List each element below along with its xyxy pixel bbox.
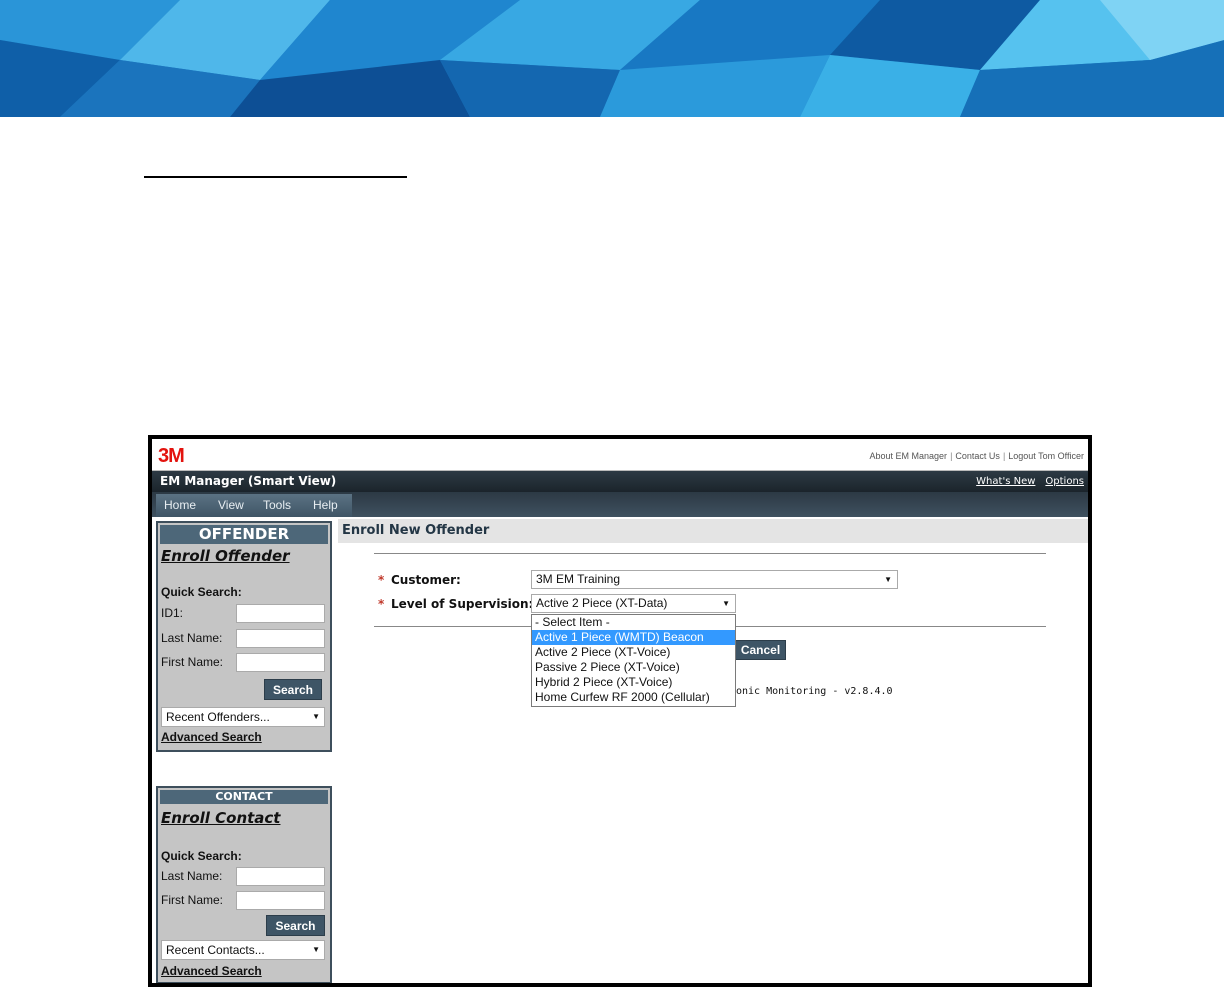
chevron-down-icon: ▼	[884, 575, 892, 584]
contact-us-link[interactable]: Contact Us	[955, 451, 1000, 461]
logout-link[interactable]: Logout Tom Officer	[1008, 451, 1084, 461]
supervision-select[interactable]: Active 2 Piece (XT-Data) ▼	[531, 594, 736, 613]
contact-quick-search-label: Quick Search:	[161, 849, 242, 863]
option-active-1-piece[interactable]: Active 1 Piece (WMTD) Beacon	[532, 630, 735, 645]
supervision-dropdown-list: - Select Item - Active 1 Piece (WMTD) Be…	[531, 614, 736, 707]
contact-first-name-input[interactable]	[236, 891, 325, 910]
offender-advanced-search-link[interactable]: Advanced Search	[161, 730, 262, 744]
recent-contacts-value: Recent Contacts...	[166, 943, 265, 957]
offender-panel: OFFENDER Enroll Offender Quick Search: I…	[156, 521, 332, 752]
menu-help[interactable]: Help	[313, 498, 338, 512]
chevron-down-icon: ▼	[312, 945, 320, 954]
option-active-2-piece-voice[interactable]: Active 2 Piece (XT-Voice)	[532, 645, 735, 660]
first-name-label: First Name:	[161, 655, 224, 669]
id1-label: ID1:	[161, 606, 184, 620]
options-link[interactable]: Options	[1045, 476, 1084, 487]
recent-offenders-value: Recent Offenders...	[166, 710, 270, 724]
divider-top	[374, 553, 1046, 554]
last-name-input[interactable]	[236, 629, 325, 648]
offender-panel-title: OFFENDER	[160, 525, 328, 544]
menu-bar: Home View Tools Help	[152, 492, 1088, 517]
required-marker: *	[378, 573, 385, 587]
contact-last-name-label: Last Name:	[161, 869, 223, 883]
app-title: EM Manager (Smart View)	[160, 474, 337, 488]
option-hybrid-2-piece[interactable]: Hybrid 2 Piece (XT-Voice)	[532, 675, 735, 690]
option-passive-2-piece[interactable]: Passive 2 Piece (XT-Voice)	[532, 660, 735, 675]
brand-logo: 3M	[158, 445, 185, 467]
supervision-value: Active 2 Piece (XT-Data)	[536, 596, 668, 610]
version-text: onic Monitoring - v2.8.4.0	[736, 686, 893, 697]
app-title-bar: EM Manager (Smart View) What's New Option…	[152, 471, 1088, 492]
header-banner	[0, 0, 1224, 117]
last-name-label: Last Name:	[161, 631, 223, 645]
customer-label: Customer:	[391, 573, 461, 587]
option-select-item[interactable]: - Select Item -	[532, 615, 735, 630]
banner-pattern	[0, 0, 1224, 117]
required-marker: *	[378, 597, 385, 611]
menu-home[interactable]: Home	[164, 498, 196, 512]
id1-input[interactable]	[236, 604, 325, 623]
recent-contacts-select[interactable]: Recent Contacts... ▼	[161, 940, 325, 960]
enroll-offender-link[interactable]: Enroll Offender	[161, 547, 290, 565]
supervision-label: Level of Supervision:	[391, 597, 534, 611]
title-right-links: What's New Options	[966, 476, 1084, 487]
contact-first-name-label: First Name:	[161, 893, 224, 907]
about-link[interactable]: About EM Manager	[870, 451, 948, 461]
recent-offenders-select[interactable]: Recent Offenders... ▼	[161, 707, 325, 727]
top-bar: 3M About EM Manager | Contact Us | Logout To…	[152, 439, 1088, 471]
separator-line	[144, 176, 407, 178]
contact-panel-title: CONTACT	[160, 790, 328, 804]
first-name-input[interactable]	[236, 653, 325, 672]
customer-select[interactable]: 3M EM Training ▼	[531, 570, 898, 589]
menu-tools[interactable]: Tools	[263, 498, 291, 512]
chevron-down-icon: ▼	[312, 712, 320, 721]
enroll-contact-link[interactable]: Enroll Contact	[161, 809, 280, 827]
contact-advanced-search-link[interactable]: Advanced Search	[161, 964, 262, 978]
contact-panel: CONTACT Enroll Contact Quick Search: Las…	[156, 786, 332, 983]
em-manager-window: 3M About EM Manager | Contact Us | Logout To…	[148, 435, 1092, 987]
contact-search-button[interactable]: Search	[266, 915, 325, 936]
contact-last-name-input[interactable]	[236, 867, 325, 886]
page-title-bar: Enroll New Offender	[338, 519, 1088, 543]
option-home-curfew[interactable]: Home Curfew RF 2000 (Cellular)	[532, 690, 735, 705]
customer-value: 3M EM Training	[536, 572, 621, 586]
top-links: About EM Manager | Contact Us | Logout Tom O…	[869, 451, 1084, 461]
offender-search-button[interactable]: Search	[264, 679, 322, 700]
page-title: Enroll New Offender	[342, 523, 490, 538]
menu-box: Home View Tools Help	[156, 494, 352, 517]
cancel-button[interactable]: Cancel	[735, 640, 786, 660]
quick-search-label: Quick Search:	[161, 585, 242, 599]
menu-view[interactable]: View	[218, 498, 244, 512]
chevron-down-icon: ▼	[722, 599, 730, 608]
whats-new-link[interactable]: What's New	[976, 476, 1035, 487]
